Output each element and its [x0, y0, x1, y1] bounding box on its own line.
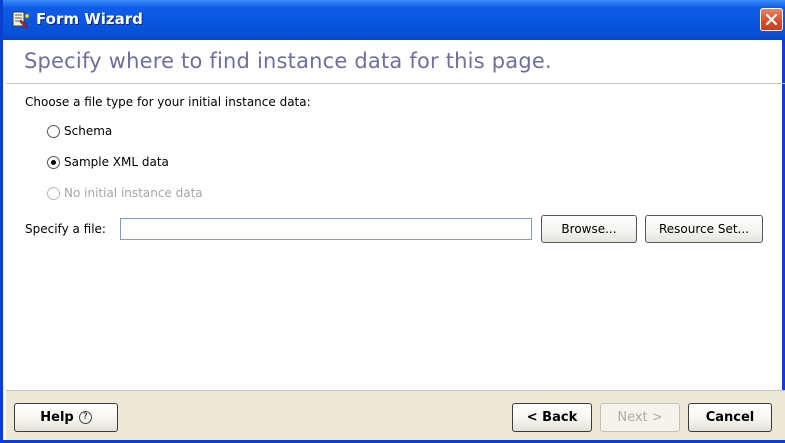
radio-label: Schema	[64, 124, 113, 138]
file-label: Specify a file:	[25, 222, 106, 236]
file-type-prompt: Choose a file type for your initial inst…	[25, 95, 311, 109]
radio-option-sample-xml[interactable]: Sample XML data	[47, 155, 169, 169]
radio-button	[47, 186, 60, 200]
radio-option-schema[interactable]: Schema	[47, 124, 112, 138]
close-button[interactable]	[760, 8, 783, 31]
cancel-button[interactable]: Cancel	[688, 403, 772, 432]
form-wizard-app-icon	[12, 11, 30, 29]
radio-label: No initial instance data	[64, 186, 203, 200]
title-bar[interactable]: Form Wizard	[3, 0, 785, 40]
help-icon: ?	[78, 411, 92, 424]
next-button: Next >	[600, 403, 680, 432]
footer-bar: Help ? < Back Next > Cancel	[6, 390, 785, 440]
form-wizard-window: Form Wizard Specify where to find instan…	[0, 0, 785, 443]
close-icon	[765, 13, 778, 26]
browse-button[interactable]: Browse...	[541, 215, 637, 243]
radio-label: Sample XML data	[64, 155, 169, 169]
radio-option-no-instance-data: No initial instance data	[47, 186, 203, 200]
back-button[interactable]: < Back	[512, 403, 592, 432]
radio-button[interactable]	[47, 124, 60, 138]
help-button-label: Help	[40, 410, 74, 425]
help-button[interactable]: Help ?	[14, 403, 118, 432]
radio-button[interactable]	[47, 155, 60, 169]
window-title: Form Wizard	[36, 10, 143, 28]
divider	[6, 83, 785, 84]
file-path-input[interactable]	[120, 218, 532, 240]
resource-set-button[interactable]: Resource Set...	[645, 215, 763, 243]
page-title: Specify where to find instance data for …	[24, 49, 552, 73]
radio-selected-dot	[51, 159, 56, 165]
